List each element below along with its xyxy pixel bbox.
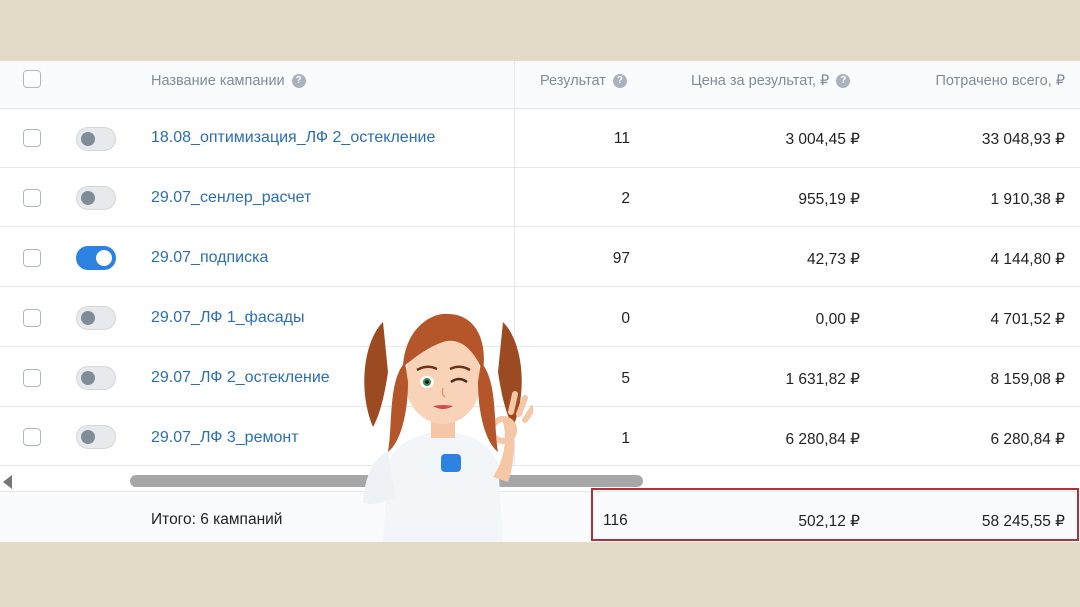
cell-price: 6 280,84 ₽	[785, 431, 860, 448]
cell-price: 955,19 ₽	[798, 191, 860, 208]
campaign-toggle[interactable]	[76, 425, 116, 449]
header-price-per-result[interactable]: Цена за результат, ₽ ?	[691, 73, 851, 89]
toggle-knob	[81, 430, 95, 444]
help-icon[interactable]: ?	[612, 74, 627, 89]
table-row[interactable]: 18.08_оптимизация_ЛФ 2_остекление 11 3 0…	[0, 109, 1080, 168]
cartoon-girl-illustration	[363, 313, 533, 542]
cell-result: 2	[621, 190, 630, 207]
campaign-table: Название кампании ? Результат ? Цена за …	[0, 61, 1080, 542]
toggle-knob	[81, 311, 95, 325]
totals-label: Итого: 6 кампаний	[151, 511, 283, 528]
cell-result: 97	[612, 250, 630, 267]
table-row[interactable]: 29.07_сенлер_расчет 2 955,19 ₽ 1 910,38 …	[0, 168, 1080, 227]
table-row[interactable]: 29.07_ЛФ 2_остекление 5 1 631,82 ₽ 8 159…	[0, 348, 1080, 407]
cell-price: 0,00 ₽	[815, 311, 860, 328]
campaign-toggle[interactable]	[76, 186, 116, 210]
cell-spent: 4 144,80 ₽	[990, 251, 1065, 268]
cell-result: 0	[621, 310, 630, 327]
cell-price: 42,73 ₽	[807, 251, 860, 268]
help-icon[interactable]: ?	[836, 74, 851, 89]
table-row[interactable]: 29.07_подписка 97 42,73 ₽ 4 144,80 ₽	[0, 228, 1080, 287]
table-row[interactable]: 29.07_ЛФ 3_ремонт 1 6 280,84 ₽ 6 280,84 …	[0, 407, 1080, 466]
toggle-knob	[96, 250, 112, 266]
row-checkbox[interactable]	[23, 309, 41, 327]
cell-spent: 4 701,52 ₽	[990, 311, 1065, 328]
campaign-toggle[interactable]	[76, 366, 116, 390]
row-checkbox[interactable]	[23, 249, 41, 267]
header-result[interactable]: Результат ?	[540, 73, 627, 89]
header-campaign-name[interactable]: Название кампании ?	[151, 73, 306, 89]
campaign-name-link[interactable]: 29.07_подписка	[151, 249, 268, 267]
cell-price: 1 631,82 ₽	[785, 371, 860, 388]
campaign-toggle[interactable]	[76, 246, 116, 270]
campaign-name-link[interactable]: 29.07_ЛФ 3_ремонт	[151, 429, 299, 447]
row-checkbox[interactable]	[23, 428, 41, 446]
arrow-left-icon[interactable]	[3, 475, 12, 489]
row-checkbox[interactable]	[23, 129, 41, 147]
cell-spent: 1 910,38 ₽	[990, 191, 1065, 208]
cell-spent: 33 048,93 ₽	[981, 131, 1065, 148]
totals-highlight-frame	[591, 488, 1079, 541]
campaign-name-link[interactable]: 29.07_ЛФ 2_остекление	[151, 369, 330, 387]
campaign-name-link[interactable]: 29.07_ЛФ 1_фасады	[151, 309, 304, 327]
table-header: Название кампании ? Результат ? Цена за …	[0, 61, 1080, 109]
campaign-toggle[interactable]	[76, 306, 116, 330]
campaign-toggle[interactable]	[76, 127, 116, 151]
campaign-name-link[interactable]: 18.08_оптимизация_ЛФ 2_остекление	[151, 129, 435, 147]
cell-result: 11	[613, 130, 630, 147]
header-spent-total[interactable]: Потрачено всего, ₽	[935, 73, 1065, 89]
header-price-label: Цена за результат, ₽	[691, 73, 830, 89]
cell-spent: 8 159,08 ₽	[990, 371, 1065, 388]
cell-result: 1	[621, 430, 630, 447]
cell-result: 5	[621, 370, 630, 387]
header-result-label: Результат	[540, 73, 606, 89]
table-row[interactable]: 29.07_ЛФ 1_фасады 0 0,00 ₽ 4 701,52 ₽	[0, 288, 1080, 347]
toggle-knob	[81, 371, 95, 385]
toggle-knob	[81, 132, 95, 146]
vk-logo	[441, 454, 461, 472]
header-campaign-name-label: Название кампании	[151, 73, 285, 89]
toggle-knob	[81, 191, 95, 205]
campaign-name-link[interactable]: 29.07_сенлер_расчет	[151, 189, 311, 207]
help-icon[interactable]: ?	[291, 74, 306, 89]
row-checkbox[interactable]	[23, 189, 41, 207]
cell-spent: 6 280,84 ₽	[990, 431, 1065, 448]
cell-price: 3 004,45 ₽	[785, 131, 860, 148]
row-checkbox[interactable]	[23, 369, 41, 387]
select-all-checkbox[interactable]	[23, 70, 41, 88]
